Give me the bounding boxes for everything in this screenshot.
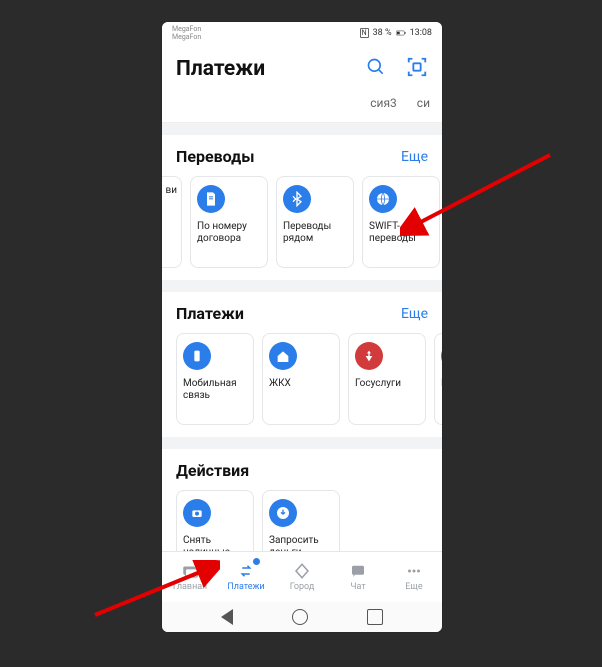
nfc-indicator: N: [360, 28, 369, 38]
nav-home[interactable]: Главная: [162, 552, 218, 602]
section-title: Платежи: [176, 304, 244, 323]
phone-icon: [183, 342, 211, 370]
nav-payments[interactable]: Платежи: [218, 552, 274, 602]
card-by-contract[interactable]: По номеру договора: [190, 176, 268, 268]
tag-1[interactable]: сия3: [370, 94, 397, 122]
bluetooth-icon: [283, 185, 311, 213]
page-title: Платежи: [176, 57, 265, 81]
eagle-icon: [355, 342, 383, 370]
card-label: Переводы рядом: [283, 221, 347, 245]
back-key[interactable]: [221, 609, 233, 625]
dots-icon: [405, 562, 423, 580]
search-icon[interactable]: [366, 57, 386, 81]
carrier-1: MegaFon: [172, 25, 201, 33]
android-softkeys: [162, 602, 442, 632]
app-header: Платежи: [162, 44, 442, 94]
chat-icon: [349, 562, 367, 580]
nav-label: Платежи: [227, 582, 264, 592]
generic-icon: [441, 342, 442, 370]
carrier-2: MegaFon: [172, 33, 201, 41]
more-link[interactable]: Еще: [401, 149, 428, 165]
card-gosuslugi[interactable]: Госуслуги: [348, 333, 426, 425]
arrows-icon: [237, 562, 255, 580]
card-cut-left[interactable]: ви: [162, 176, 182, 268]
card-cut-right[interactable]: И: [434, 333, 442, 425]
download-icon: [269, 499, 297, 527]
phone-frame: MegaFon MegaFon N 38 % 13:08 Платежи: [162, 22, 442, 632]
battery-icon: [396, 28, 406, 38]
tags-row: сия3 си: [162, 94, 442, 123]
card-mobile[interactable]: Мобильная связь: [176, 333, 254, 425]
nav-chat[interactable]: Чат: [330, 552, 386, 602]
card-transfers-nearby[interactable]: Переводы рядом: [276, 176, 354, 268]
section-payments: Платежи Еще Мобильная связь ЖКХ Госуслуг…: [162, 292, 442, 437]
nav-label: Главная: [173, 582, 207, 592]
clock: 13:08: [410, 28, 432, 38]
nav-more[interactable]: Еще: [386, 552, 442, 602]
qr-scan-icon[interactable]: [406, 56, 428, 82]
more-link[interactable]: Еще: [401, 306, 428, 322]
section-title: Переводы: [176, 147, 254, 166]
nav-label: Чат: [350, 582, 365, 592]
section-title: Действия: [176, 461, 249, 480]
nav-label: Еще: [405, 582, 422, 592]
card-stack-icon: [181, 562, 199, 580]
status-bar: MegaFon MegaFon N 38 % 13:08: [162, 22, 442, 44]
tag-2[interactable]: си: [417, 94, 430, 122]
notification-dot: [253, 558, 260, 565]
card-label: Мобильная связь: [183, 378, 247, 402]
battery-percent: 38 %: [373, 28, 392, 38]
card-label: По номеру договора: [197, 221, 261, 245]
home-icon: [269, 342, 297, 370]
document-icon: [197, 185, 225, 213]
home-key[interactable]: [292, 609, 308, 625]
card-label: SWIFT-переводы: [369, 221, 433, 245]
card-utilities[interactable]: ЖКХ: [262, 333, 340, 425]
nav-label: Город: [290, 582, 315, 592]
card-label: ЖКХ: [269, 378, 291, 390]
card-label: И: [441, 378, 442, 390]
recents-key[interactable]: [367, 609, 383, 625]
camera-icon: [183, 499, 211, 527]
diamond-icon: [293, 562, 311, 580]
card-swift[interactable]: SWIFT-переводы: [362, 176, 440, 268]
bottom-nav: Главная Платежи Город Чат Еще: [162, 551, 442, 602]
globe-icon: [369, 185, 397, 213]
nav-city[interactable]: Город: [274, 552, 330, 602]
section-transfers: Переводы Еще ви По номеру договора Перев…: [162, 135, 442, 280]
card-label: Госуслуги: [355, 378, 401, 390]
